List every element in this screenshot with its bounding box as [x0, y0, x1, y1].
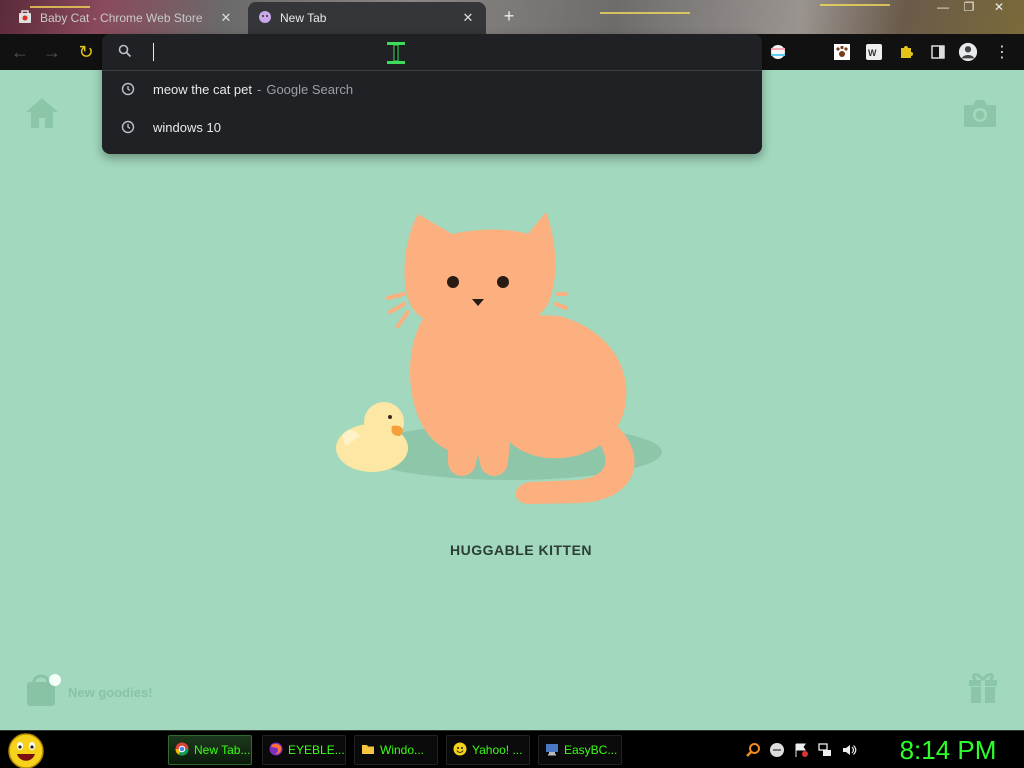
suggestion-item[interactable]: meow the cat pet - Google Search: [102, 70, 762, 108]
flag-extension-icon[interactable]: [768, 42, 788, 62]
tab-new-tab[interactable]: New Tab ✕: [248, 2, 486, 34]
omnibox-input[interactable]: [102, 34, 762, 70]
wt-extension-icon[interactable]: W: [864, 42, 884, 62]
home-icon[interactable]: [24, 96, 60, 135]
taskbar-item-firefox[interactable]: EYEBLE...: [262, 735, 346, 765]
suggestion-text: windows 10: [153, 119, 221, 135]
back-arrow-icon[interactable]: ←: [8, 40, 32, 64]
pet-name-label: HUGGABLE KITTEN: [449, 542, 593, 558]
cat-eye: [497, 276, 509, 288]
puzzle-extensions-icon[interactable]: [896, 42, 916, 62]
firefox-icon: [269, 742, 283, 759]
minimize-icon[interactable]: —: [930, 0, 956, 16]
action-center-flag-icon[interactable]: [792, 741, 810, 759]
new-goodies-button[interactable]: New goodies!: [24, 672, 153, 713]
tab-title: New Tab: [280, 11, 327, 25]
duck-head: [364, 402, 404, 442]
taskbar-item-label: EYEBLE...: [288, 743, 345, 757]
volume-icon[interactable]: [840, 741, 858, 759]
decor-streak: [820, 4, 890, 6]
green-cursor-icon: [384, 40, 408, 71]
taskbar-item-label: New Tab...: [194, 743, 251, 757]
suggestion-separator: -: [257, 81, 262, 97]
paw-extension-icon[interactable]: [832, 42, 852, 62]
tab-close-icon[interactable]: ✕: [218, 10, 234, 26]
svg-text:W: W: [868, 48, 877, 58]
close-window-icon[interactable]: ✕: [986, 0, 1012, 16]
cat-head: [404, 212, 556, 330]
taskbar-item-label: Windo...: [380, 743, 425, 757]
cat-face-icon: [258, 10, 272, 27]
duck-eye: [388, 415, 392, 419]
text-caret: [153, 43, 154, 61]
circle-tray-icon[interactable]: [768, 741, 786, 759]
suggestion-source: Google Search: [266, 81, 354, 97]
goodies-label: New goodies!: [68, 685, 153, 700]
restore-icon[interactable]: ❐: [956, 0, 982, 16]
folder-icon: [361, 742, 375, 759]
history-clock-icon: [116, 120, 140, 134]
gift-icon[interactable]: [966, 668, 1000, 709]
suggestion-item[interactable]: windows 10: [102, 108, 762, 146]
network-icon[interactable]: [816, 741, 834, 759]
camera-icon[interactable]: [962, 98, 998, 133]
new-tab-button[interactable]: +: [498, 6, 520, 28]
tab-strip: Baby Cat - Chrome Web Store ✕ New Tab ✕ …: [0, 0, 1024, 34]
taskbar-item-windows[interactable]: Windo...: [354, 735, 438, 765]
start-smiley-icon[interactable]: [8, 733, 44, 768]
chrome-icon: [175, 742, 189, 759]
forward-arrow-icon[interactable]: →: [40, 40, 64, 64]
taskbar: New Tab... EYEBLE... Windo... Yahoo! ...…: [0, 730, 1024, 768]
decor-streak: [600, 12, 690, 14]
history-clock-icon: [116, 82, 140, 96]
search-icon: [118, 44, 132, 63]
taskbar-item-label: Yahoo! ...: [472, 743, 523, 757]
taskbar-item-new-tab[interactable]: New Tab...: [168, 735, 252, 765]
reload-icon[interactable]: ↻: [74, 40, 98, 64]
cat-illustration[interactable]: [330, 200, 670, 525]
side-panel-icon[interactable]: [928, 42, 948, 62]
taskbar-item-yahoo[interactable]: Yahoo! ...: [446, 735, 530, 765]
shopping-bag-icon: [24, 672, 62, 713]
menu-kebab-icon[interactable]: ⋮: [992, 42, 1012, 62]
suggestion-text: meow the cat pet: [153, 81, 252, 97]
chrome-web-store-icon: [18, 9, 32, 27]
omnibox-dropdown: meow the cat pet - Google Search windows…: [102, 34, 762, 154]
taskbar-item-label: EasyBC...: [564, 743, 618, 757]
easybcd-icon: [545, 742, 559, 759]
profile-avatar-icon[interactable]: [958, 42, 978, 62]
search-tray-icon[interactable]: [744, 741, 762, 759]
taskbar-item-easybcd[interactable]: EasyBC...: [538, 735, 622, 765]
tab-chrome-web-store[interactable]: Baby Cat - Chrome Web Store ✕: [8, 2, 244, 34]
yahoo-smiley-icon: [453, 742, 467, 759]
tab-title: Baby Cat - Chrome Web Store: [40, 11, 203, 25]
tab-close-icon[interactable]: ✕: [460, 10, 476, 26]
cat-eye: [447, 276, 459, 288]
taskbar-clock[interactable]: 8:14 PM: [878, 735, 1018, 765]
